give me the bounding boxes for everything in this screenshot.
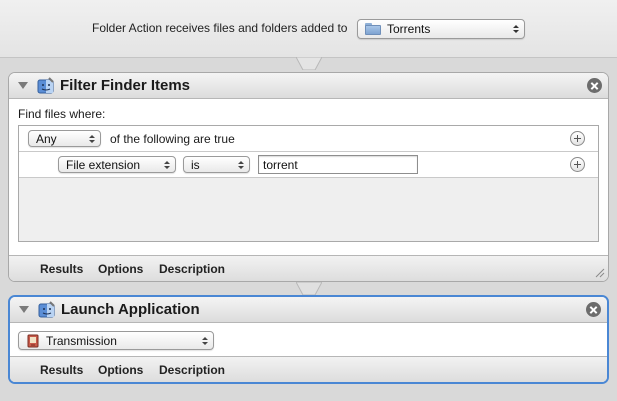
folder-icon: [365, 23, 381, 35]
results-tab[interactable]: Results: [40, 363, 83, 377]
launch-application-action: Launch Application Transmission Results …: [8, 295, 609, 384]
popup-arrows-icon: [89, 134, 95, 143]
attribute-value: File extension: [66, 157, 141, 172]
description-tab[interactable]: Description: [159, 363, 225, 377]
close-icon[interactable]: [586, 302, 601, 317]
workflow-input-bar: Folder Action receives files and folders…: [0, 0, 617, 58]
connector-notch: [296, 282, 322, 295]
folder-popup-value: Torrents: [387, 22, 431, 36]
match-mode-popup[interactable]: Any: [28, 130, 101, 147]
action-title-bar[interactable]: Filter Finder Items: [9, 73, 608, 99]
connector-notch: [296, 57, 322, 70]
match-mode-value: Any: [36, 131, 57, 146]
criterion-row: File extension is torrent: [19, 152, 598, 178]
transmission-app-icon: [27, 334, 39, 347]
finder-icon: [38, 301, 55, 318]
match-text: of the following are true: [110, 132, 235, 146]
action-title: Filter Finder Items: [60, 77, 191, 94]
description-tab[interactable]: Description: [159, 262, 225, 276]
action-title-bar[interactable]: Launch Application: [10, 297, 607, 323]
filter-finder-items-action: Filter Finder Items Find files where: An…: [8, 72, 609, 282]
workflow-input-label: Folder Action receives files and folders…: [92, 21, 348, 35]
add-criterion-icon[interactable]: [570, 157, 585, 172]
match-row: Any of the following are true: [19, 126, 598, 152]
extension-field[interactable]: torrent: [258, 155, 418, 174]
action-footer: Results Options Description: [10, 356, 607, 382]
add-criterion-icon[interactable]: [570, 131, 585, 146]
popup-arrows-icon: [202, 336, 208, 345]
options-tab[interactable]: Options: [98, 262, 143, 276]
finder-icon: [37, 77, 54, 94]
popup-arrows-icon: [164, 160, 170, 169]
disclosure-triangle-icon[interactable]: [18, 82, 28, 89]
action-title: Launch Application: [61, 301, 200, 318]
launch-settings: Transmission: [10, 323, 607, 360]
application-popup[interactable]: Transmission: [18, 331, 214, 350]
folder-popup[interactable]: Torrents: [357, 19, 525, 39]
application-value: Transmission: [46, 333, 117, 348]
disclosure-triangle-icon[interactable]: [19, 306, 29, 313]
criteria-box: Any of the following are true File exten…: [18, 125, 599, 242]
popup-arrows-icon: [513, 25, 519, 33]
options-tab[interactable]: Options: [98, 363, 143, 377]
operator-popup[interactable]: is: [183, 156, 250, 173]
resize-grip-icon[interactable]: [594, 267, 605, 278]
action-footer: Results Options Description: [9, 255, 608, 281]
operator-value: is: [191, 157, 200, 172]
results-tab[interactable]: Results: [40, 262, 83, 276]
popup-arrows-icon: [238, 160, 244, 169]
attribute-popup[interactable]: File extension: [58, 156, 176, 173]
close-icon[interactable]: [587, 78, 602, 93]
find-files-label: Find files where:: [18, 107, 106, 121]
